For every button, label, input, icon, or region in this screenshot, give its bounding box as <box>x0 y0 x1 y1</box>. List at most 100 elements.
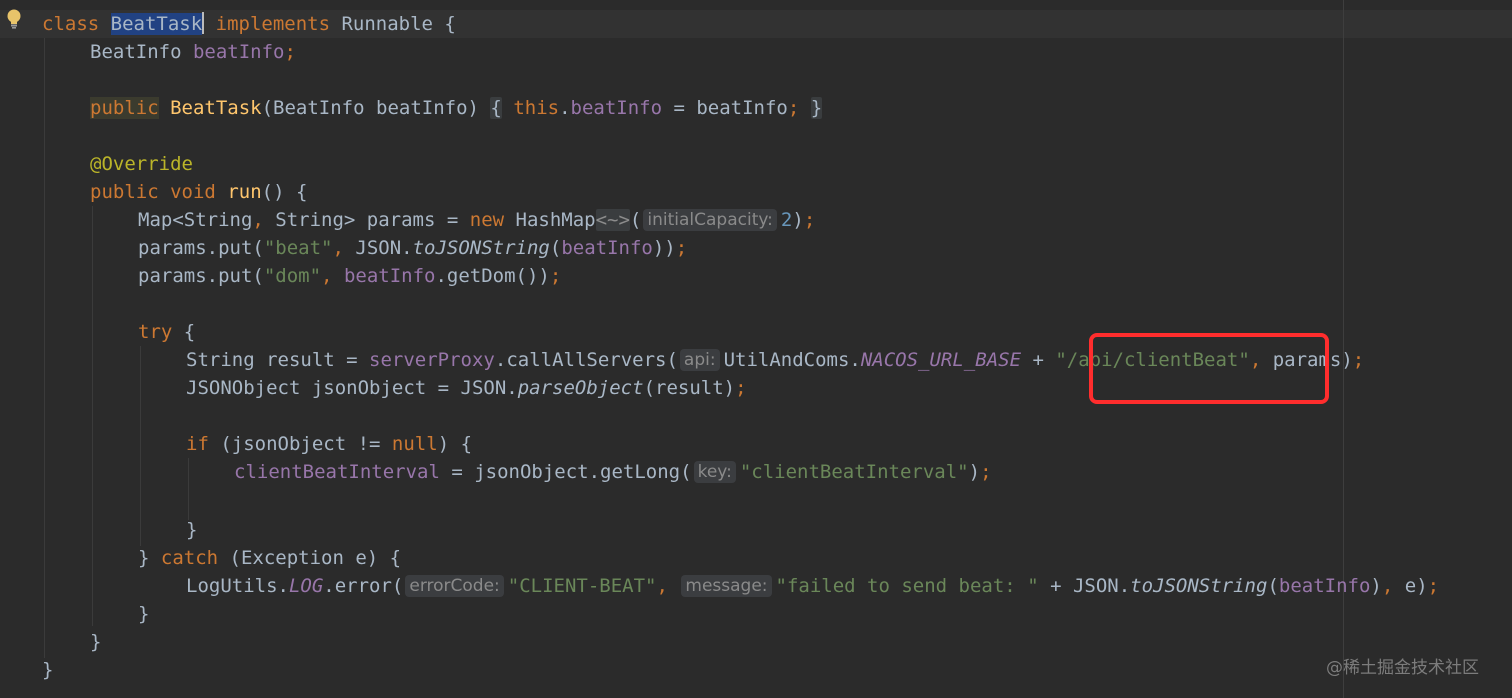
code-text: } <box>138 547 161 569</box>
code-line-3[interactable]: public BeatTask(BeatInfo beatInfo) { thi… <box>90 94 823 122</box>
code-line-12[interactable]: if (jsonObject != null) { <box>186 430 472 458</box>
code-text: } <box>186 519 198 541</box>
diamond-fold[interactable]: <~> <box>595 209 630 231</box>
code-line-11[interactable]: JSONObject jsonObject = JSON.parseObject… <box>186 374 747 402</box>
param-hint-message: message: <box>681 575 772 597</box>
comma: , <box>321 265 333 287</box>
code-text: (jsonObject != <box>208 433 392 455</box>
comma: , <box>332 237 344 259</box>
code-line-18[interactable]: } <box>90 628 101 656</box>
string-literal: "failed to send beat: " <box>775 575 1039 597</box>
static-constant: NACOS_URL_BASE <box>860 349 1022 371</box>
class-name: HashMap <box>504 209 596 231</box>
code-line-7[interactable]: params.put("beat", JSON.toJSONString(bea… <box>138 234 687 262</box>
code-line-9[interactable]: try { <box>138 318 195 346</box>
code-text: ) <box>968 461 981 483</box>
assignment: = beatInfo <box>662 97 788 119</box>
field-name: clientBeatInterval <box>234 461 440 483</box>
code-text: .getDom()) <box>435 265 550 287</box>
code-line-16[interactable]: LogUtils.LOG.error(errorCode: "CLIENT-BEA… <box>186 572 1439 600</box>
code-text: = jsonObject.getLong( <box>439 461 692 483</box>
semicolon: ; <box>284 41 296 63</box>
type-name: BeatInfo <box>90 41 193 63</box>
param-list: (BeatInfo beatInfo) <box>261 97 479 119</box>
paren: ( <box>1267 575 1279 597</box>
code-text: params.put( <box>138 237 264 259</box>
static-constant: LOG <box>288 575 324 597</box>
folded-brace[interactable]: { <box>490 97 502 119</box>
semicolon: ; <box>1427 575 1440 597</box>
code-text: } <box>90 631 102 653</box>
keyword: catch <box>160 547 219 569</box>
semicolon: ; <box>549 265 562 287</box>
indent-guide <box>92 206 93 626</box>
class-name: UtilAndComs. <box>723 349 861 371</box>
code-line-8[interactable]: params.put("dom", beatInfo.getDom()); <box>138 262 561 290</box>
param-hint-initial-capacity: initialCapacity: <box>643 209 777 231</box>
field-name: serverProxy <box>369 349 495 371</box>
string-literal: "clientBeatInterval" <box>739 461 969 483</box>
keyword: void <box>170 181 216 203</box>
code-text: + JSON. <box>1038 575 1131 597</box>
interface-name: Runnable { <box>341 13 456 35</box>
code-line-17[interactable]: } <box>138 600 149 628</box>
code-line-13[interactable]: clientBeatInterval = jsonObject.getLong(… <box>234 458 992 486</box>
field-name: beatInfo <box>561 237 653 259</box>
semicolon: ; <box>1352 349 1365 371</box>
code-line-14[interactable]: } <box>186 516 197 544</box>
code-line-2[interactable]: BeatInfo beatInfo; <box>90 38 296 66</box>
highlight-box <box>1089 333 1329 404</box>
code-text: { <box>172 321 196 343</box>
code-line-5[interactable]: public void run() { <box>90 178 307 206</box>
code-text: JSONObject jsonObject = JSON. <box>186 377 518 399</box>
number-literal: 2 <box>780 209 793 231</box>
static-method: toJSONString <box>1130 575 1268 597</box>
folded-brace[interactable]: } <box>810 97 823 119</box>
semicolon: ; <box>980 461 992 483</box>
semicolon: ; <box>675 237 688 259</box>
code-line-19[interactable]: } <box>42 656 53 684</box>
param-hint-api: api: <box>679 349 720 371</box>
code-text: (result) <box>643 377 736 399</box>
code-text: (Exception e) { <box>218 547 402 569</box>
semicolon: ; <box>735 377 747 399</box>
paren: ) <box>792 209 804 231</box>
string-literal: "beat" <box>263 237 333 259</box>
lightbulb-icon[interactable] <box>6 8 22 30</box>
operator: + <box>1021 349 1056 371</box>
keyword: class <box>42 13 100 35</box>
comma: , <box>1381 575 1394 597</box>
keyword: try <box>138 321 173 343</box>
keyword: public <box>90 181 159 203</box>
code-line-4[interactable]: @Override <box>90 150 193 178</box>
code-text: .callAllServers( <box>494 349 678 371</box>
keyword: null <box>391 433 438 455</box>
static-method: parseObject <box>517 377 644 399</box>
code-line-6[interactable]: Map<String, String> params = new HashMap… <box>138 206 815 234</box>
string-literal: "dom" <box>263 265 322 287</box>
code-text: .error( <box>323 575 404 597</box>
code-editor[interactable]: class BeatTask implements Runnable { Bea… <box>0 0 1512 698</box>
code-line-15[interactable]: } catch (Exception e) { <box>138 544 401 572</box>
class-name: LogUtils. <box>186 575 289 597</box>
dot: . <box>559 97 571 119</box>
keyword: implements <box>215 13 331 35</box>
paren: ( <box>629 209 642 231</box>
static-method: toJSONString <box>412 237 550 259</box>
field-name: beatInfo <box>343 265 436 287</box>
code-text: ) { <box>437 433 473 455</box>
code-line-1[interactable]: class BeatTask implements Runnable { <box>42 10 456 38</box>
param-hint-key: key: <box>693 461 736 483</box>
keyword: this <box>513 97 560 119</box>
code-text: } <box>42 659 54 681</box>
indent-guide <box>140 346 141 546</box>
semicolon: ; <box>803 209 816 231</box>
code-text: String> params = <box>263 209 470 231</box>
comma: , <box>656 575 668 597</box>
class-name-selected[interactable]: BeatTask <box>110 13 203 35</box>
code-text: e) <box>1393 575 1428 597</box>
code-text: String result = <box>186 349 370 371</box>
indent-guide <box>44 38 45 658</box>
keyword: public <box>90 97 159 119</box>
paren: ) <box>1370 575 1382 597</box>
